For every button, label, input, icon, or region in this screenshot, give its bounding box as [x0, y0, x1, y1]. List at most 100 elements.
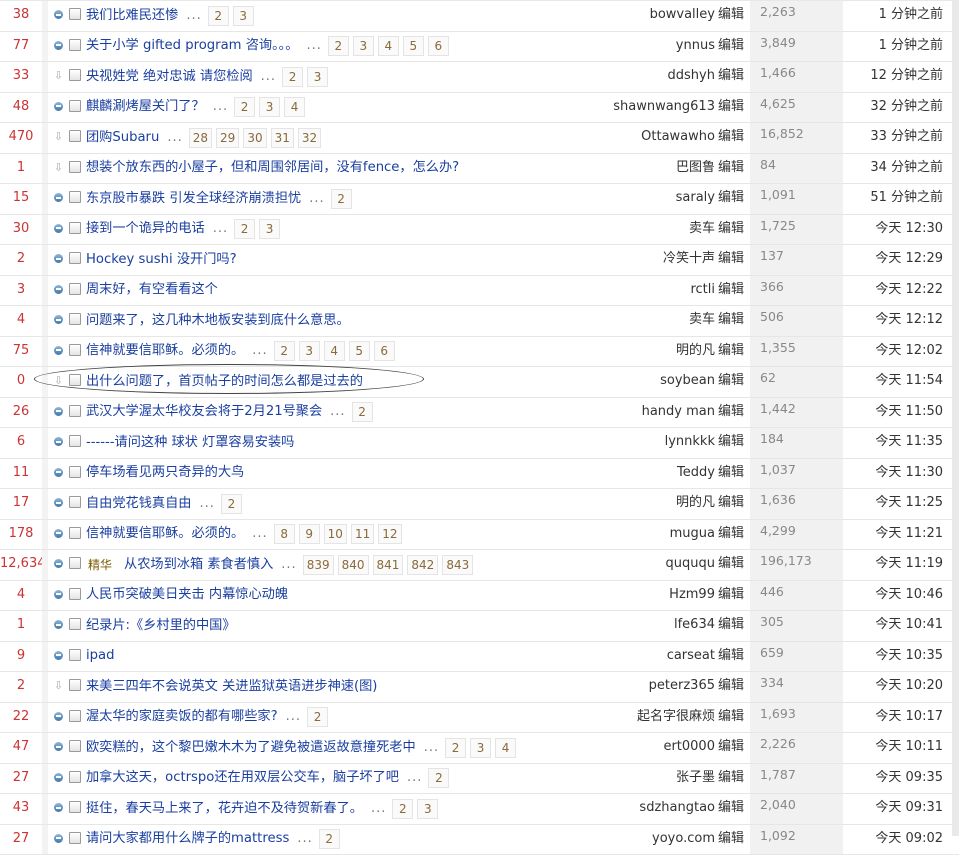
- author-name[interactable]: shawnwang613: [613, 99, 715, 114]
- thread-title-link[interactable]: 关于小学 gifted program 咨询。。。: [86, 32, 298, 60]
- page-link[interactable]: 2: [428, 768, 449, 788]
- thread-title-link[interactable]: 信神就要信耶稣。必须的。: [86, 337, 244, 365]
- select-checkbox[interactable]: [69, 801, 81, 813]
- thread-title-link[interactable]: 人民币突破美日夹击 内幕惊心动魄: [86, 581, 288, 609]
- author-name[interactable]: 卖车: [689, 312, 715, 327]
- page-link[interactable]: 2: [221, 494, 242, 514]
- page-link[interactable]: 840: [338, 555, 369, 575]
- select-checkbox[interactable]: [69, 435, 81, 447]
- author-name[interactable]: Teddy: [677, 465, 715, 480]
- thread-title-link[interactable]: 问题来了，这几种木地板安装到底什么意思。: [86, 307, 350, 335]
- author-name[interactable]: rctli: [690, 282, 715, 297]
- thread-title-link[interactable]: 周末好，有空看看这个: [86, 276, 218, 304]
- thread-title-link[interactable]: 加拿大这天，octrspo还在用双层公交车，脑子坏了吧: [86, 764, 399, 792]
- page-link[interactable]: 10: [324, 524, 347, 544]
- thread-title-link[interactable]: 信神就要信耶稣。必须的。: [86, 520, 244, 548]
- select-checkbox[interactable]: [69, 161, 81, 173]
- page-link[interactable]: 2: [352, 402, 373, 422]
- select-checkbox[interactable]: [69, 740, 81, 752]
- page-link[interactable]: 4: [378, 36, 399, 56]
- author-name[interactable]: lynnkkk: [665, 434, 715, 449]
- author-name[interactable]: quququ: [666, 556, 715, 571]
- select-checkbox[interactable]: [69, 618, 81, 630]
- select-checkbox[interactable]: [69, 832, 81, 844]
- thread-title-link[interactable]: 从农场到冰箱 素食者慎入: [124, 551, 273, 579]
- page-link[interactable]: 31: [271, 128, 294, 148]
- author-name[interactable]: lfe634: [674, 617, 715, 632]
- thread-title-link[interactable]: 我们比难民还惨: [86, 2, 178, 30]
- author-name[interactable]: bowvalley: [650, 7, 715, 22]
- thread-title-link[interactable]: 欧奕糕的，这个黎巴嫩木木为了避免被遣返故意撞死老中: [86, 734, 416, 762]
- page-link[interactable]: 3: [299, 341, 320, 361]
- author-name[interactable]: carseat: [667, 648, 715, 663]
- page-link[interactable]: 3: [417, 799, 438, 819]
- select-checkbox[interactable]: [69, 557, 81, 569]
- author-name[interactable]: peterz365: [649, 678, 715, 693]
- thread-title-link[interactable]: 麒麟涮烤屋关门了？: [86, 93, 205, 121]
- page-link[interactable]: 3: [307, 67, 328, 87]
- page-link[interactable]: 28: [189, 128, 212, 148]
- page-link[interactable]: 6: [428, 36, 449, 56]
- select-checkbox[interactable]: [69, 39, 81, 51]
- author-name[interactable]: ddshyh: [668, 68, 715, 83]
- select-checkbox[interactable]: [69, 69, 81, 81]
- page-link[interactable]: 2: [282, 67, 303, 87]
- thread-title-link[interactable]: 出什么问题了，首页帖子的时间怎么都是过去的: [86, 368, 363, 396]
- page-link[interactable]: 12: [378, 524, 401, 544]
- thread-title-link[interactable]: 挺住，春天马上来了，花卉迫不及待贺新春了。: [86, 795, 363, 823]
- thread-title-link[interactable]: 纪录片:《乡村里的中国》: [86, 612, 236, 640]
- author-name[interactable]: soybean: [660, 373, 715, 388]
- page-link[interactable]: 842: [407, 555, 438, 575]
- author-name[interactable]: sdzhangtao: [639, 800, 715, 815]
- author-name[interactable]: mugua: [670, 526, 715, 541]
- select-checkbox[interactable]: [69, 100, 81, 112]
- page-link[interactable]: 4: [495, 738, 516, 758]
- select-checkbox[interactable]: [69, 771, 81, 783]
- page-link[interactable]: 3: [259, 97, 280, 117]
- page-link[interactable]: 2: [208, 6, 229, 26]
- scrollbar[interactable]: [952, 0, 959, 836]
- select-checkbox[interactable]: [69, 405, 81, 417]
- author-name[interactable]: 冷笑十声: [663, 251, 715, 266]
- thread-title-link[interactable]: 东京股市暴跌 引发全球经济崩溃担忧: [86, 185, 301, 213]
- select-checkbox[interactable]: [69, 710, 81, 722]
- author-name[interactable]: saraly: [676, 190, 715, 205]
- page-link[interactable]: 843: [442, 555, 473, 575]
- page-link[interactable]: 2: [234, 219, 255, 239]
- page-link[interactable]: 839: [303, 555, 334, 575]
- page-link[interactable]: 6: [374, 341, 395, 361]
- select-checkbox[interactable]: [69, 527, 81, 539]
- thread-title-link[interactable]: ipad: [86, 642, 115, 670]
- page-link[interactable]: 30: [243, 128, 266, 148]
- select-checkbox[interactable]: [69, 679, 81, 691]
- select-checkbox[interactable]: [69, 130, 81, 142]
- author-name[interactable]: Hzm99: [669, 587, 715, 602]
- page-link[interactable]: 4: [284, 97, 305, 117]
- select-checkbox[interactable]: [69, 466, 81, 478]
- thread-title-link[interactable]: 渥太华的家庭卖饭的都有哪些家?: [86, 703, 278, 731]
- select-checkbox[interactable]: [69, 649, 81, 661]
- page-link[interactable]: 841: [373, 555, 404, 575]
- author-name[interactable]: 明的凡: [676, 495, 715, 510]
- select-checkbox[interactable]: [69, 496, 81, 508]
- page-link[interactable]: 9: [299, 524, 320, 544]
- thread-title-link[interactable]: Hockey sushi 没开门吗?: [86, 246, 237, 274]
- thread-title-link[interactable]: 想装个放东西的小屋子，但和周围邻居间，没有fence，怎么办?: [86, 154, 459, 182]
- select-checkbox[interactable]: [69, 283, 81, 295]
- thread-title-link[interactable]: ------请问这种 球状 灯罩容易安装吗: [86, 429, 294, 457]
- page-link[interactable]: 5: [349, 341, 370, 361]
- page-link[interactable]: 2: [328, 36, 349, 56]
- page-link[interactable]: 4: [324, 341, 345, 361]
- page-link[interactable]: 5: [403, 36, 424, 56]
- select-checkbox[interactable]: [69, 313, 81, 325]
- author-name[interactable]: ynnus: [676, 38, 715, 53]
- page-link[interactable]: 2: [307, 707, 328, 727]
- page-link[interactable]: 2: [331, 189, 352, 209]
- page-link[interactable]: 3: [470, 738, 491, 758]
- select-checkbox[interactable]: [69, 222, 81, 234]
- thread-title-link[interactable]: 来美三四年不会说英文 关进监狱英语进步神速(图): [86, 673, 377, 701]
- select-checkbox[interactable]: [69, 252, 81, 264]
- author-name[interactable]: 巴图鲁: [676, 160, 715, 175]
- page-link[interactable]: 11: [351, 524, 374, 544]
- page-link[interactable]: 3: [259, 219, 280, 239]
